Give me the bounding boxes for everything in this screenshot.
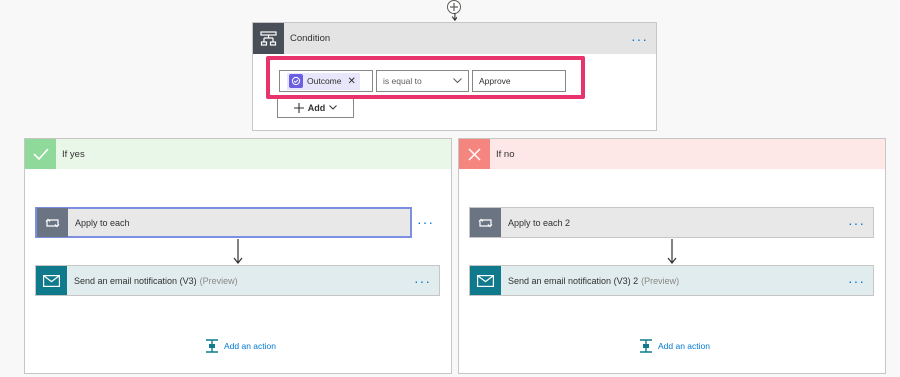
connector-arrow <box>667 239 677 264</box>
insert-step-button[interactable] <box>447 0 461 14</box>
branch-header-no[interactable]: If no <box>459 139 885 169</box>
send-email-2-card[interactable]: Send an email notification (V3) 2 (Previ… <box>469 265 874 296</box>
action-more-menu[interactable]: ··· <box>848 216 865 230</box>
x-icon <box>459 139 490 169</box>
highlight-annotation <box>266 56 585 99</box>
action-title: Apply to each <box>75 217 130 228</box>
send-email-card[interactable]: Send an email notification (V3) (Preview… <box>35 265 440 296</box>
action-more-menu[interactable]: ··· <box>848 274 865 288</box>
action-title: Apply to each 2 <box>508 217 571 228</box>
plus-icon <box>450 3 458 11</box>
connector-arrow <box>233 239 243 264</box>
condition-title: Condition <box>290 33 331 44</box>
add-action-button[interactable]: Add an action <box>205 339 276 353</box>
condition-header[interactable]: Condition ··· <box>253 23 656 54</box>
apply-to-each-card[interactable]: Apply to each <box>35 207 412 238</box>
branch-label: If yes <box>62 148 85 160</box>
add-action-label: Add an action <box>224 341 276 351</box>
mail-icon <box>36 266 67 295</box>
add-action-icon <box>206 339 218 353</box>
branch-if-no: If no Apply to each 2 ··· Send an email … <box>458 138 886 374</box>
action-title: Send an email notification (V3) 2 <box>508 275 639 286</box>
preview-tag: (Preview) <box>641 275 680 286</box>
add-condition-button[interactable]: Add <box>277 97 354 118</box>
action-more-menu[interactable]: ··· <box>414 274 431 288</box>
loop-icon <box>470 208 501 237</box>
condition-icon <box>253 23 284 54</box>
loop-icon <box>37 208 68 237</box>
add-action-button[interactable]: Add an action <box>639 339 710 353</box>
branch-if-yes: If yes Apply to each ··· Send an email n… <box>24 138 452 374</box>
action-title: Send an email notification (V3) <box>74 275 197 286</box>
add-action-label: Add an action <box>658 341 710 351</box>
condition-more-menu[interactable]: ··· <box>631 32 648 46</box>
connector-arrow <box>451 13 457 22</box>
chevron-down-icon <box>329 105 338 110</box>
add-button-label: Add <box>307 102 326 113</box>
plus-icon <box>293 102 304 113</box>
add-action-icon <box>640 339 652 353</box>
check-icon <box>25 139 56 169</box>
apply-to-each-2-card[interactable]: Apply to each 2 ··· <box>469 207 874 238</box>
branch-label: If no <box>496 148 515 160</box>
action-more-menu[interactable]: ··· <box>417 215 434 229</box>
branch-header-yes[interactable]: If yes <box>25 139 451 169</box>
mail-icon <box>470 266 501 295</box>
preview-tag: (Preview) <box>199 275 238 286</box>
